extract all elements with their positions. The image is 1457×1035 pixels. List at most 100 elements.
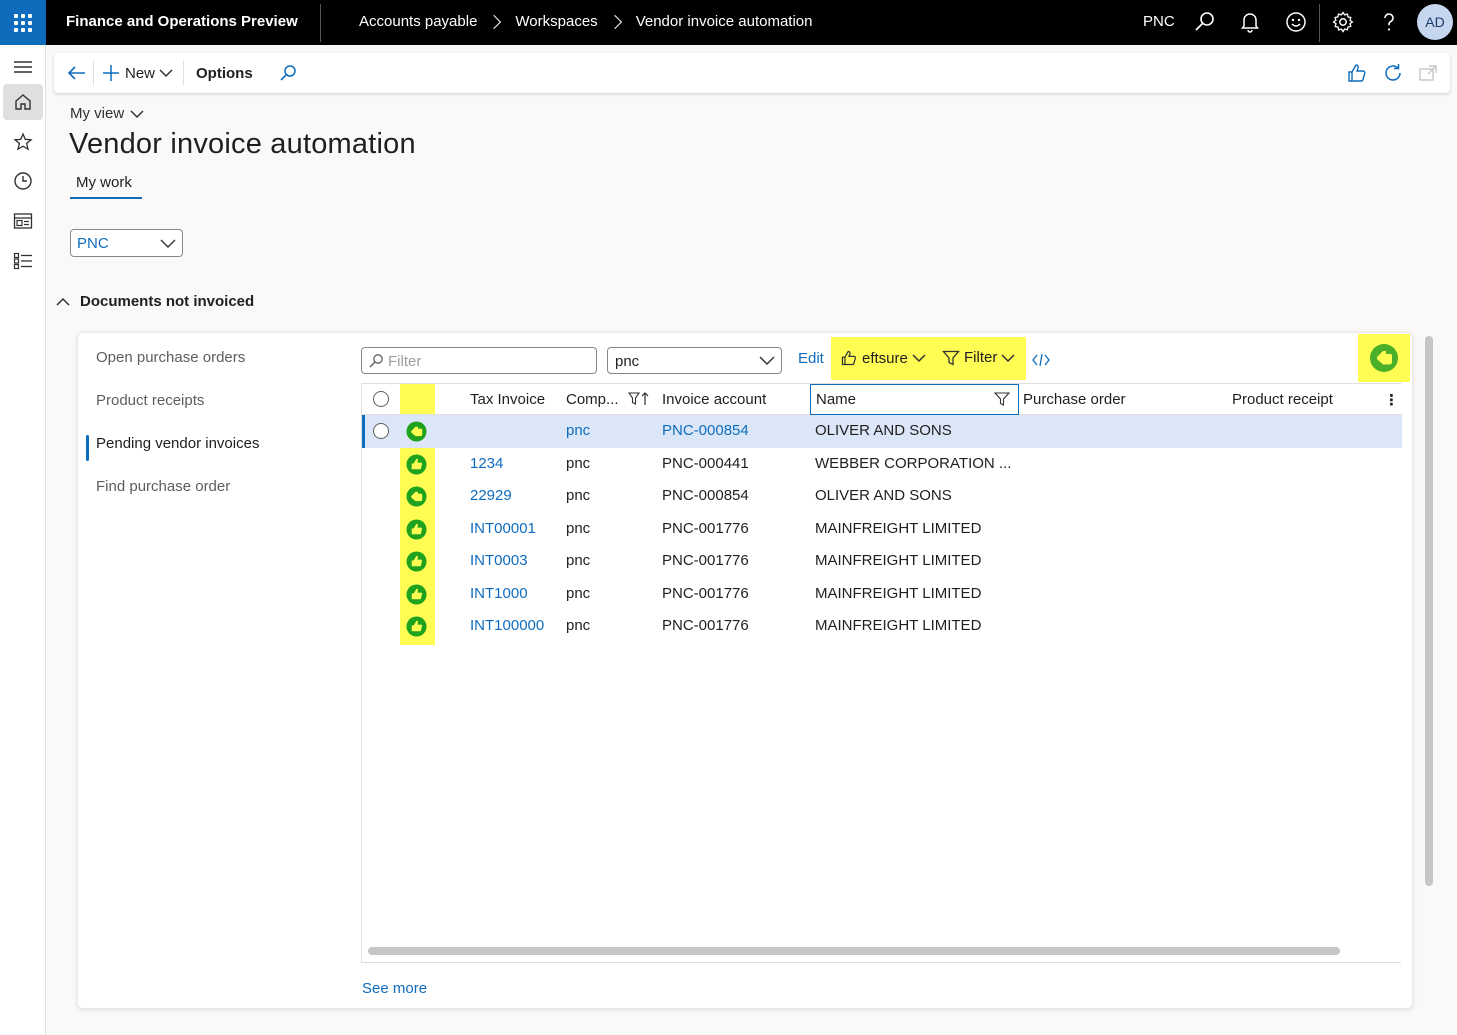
cell-company: pnc [566, 552, 591, 569]
new-button-label: New [125, 64, 156, 82]
modules-list-icon[interactable] [3, 243, 43, 279]
thumbs-up-status-icon[interactable] [406, 616, 427, 637]
nav-item-open-purchase-orders[interactable]: Open purchase orders [86, 341, 356, 384]
see-more-link[interactable]: See more [362, 980, 427, 997]
breadcrumb: Accounts payable Workspaces Vendor invoi… [359, 13, 812, 30]
grid-header: Tax Invoice Comp... Invoice account Name… [362, 384, 1402, 415]
table-row[interactable]: 22929 pnc PNC-000854 OLIVER AND SONS [362, 480, 1402, 513]
search-button[interactable] [278, 53, 298, 93]
section-title: Documents not invoiced [80, 293, 255, 310]
column-header-name-cell[interactable]: Name [810, 384, 1019, 415]
vertical-scrollbar[interactable] [1425, 336, 1433, 886]
tab-my-work[interactable]: My work [70, 174, 142, 199]
cell-tax-invoice[interactable]: 22929 [470, 487, 512, 504]
app-launcher-button[interactable] [0, 0, 46, 45]
refresh-icon [1385, 64, 1401, 81]
row-select-radio[interactable] [373, 423, 389, 439]
view-selector[interactable]: My view [70, 105, 144, 122]
cell-tax-invoice[interactable]: INT00001 [470, 520, 536, 537]
pointing-hand-status-icon[interactable] [406, 486, 427, 507]
code-icon[interactable] [1032, 352, 1050, 368]
chevron-down-icon [912, 354, 926, 363]
cell-invoice-account: PNC-000441 [662, 454, 749, 472]
grid-company-select[interactable]: pnc [607, 347, 782, 374]
eftsure-status-button[interactable] [1358, 334, 1410, 382]
column-header-product-receipt[interactable]: Product receipt [1232, 391, 1333, 408]
nav-item-pending-vendor-invoices[interactable]: Pending vendor invoices [86, 427, 356, 470]
app-title[interactable]: Finance and Operations Preview [66, 13, 298, 30]
company-filter-value: PNC [77, 235, 109, 252]
cell-tax-invoice[interactable]: 1234 [470, 455, 503, 472]
smiley-icon[interactable] [1284, 10, 1308, 34]
filter-sort-icon[interactable] [628, 392, 650, 406]
chevron-right-icon [607, 14, 622, 29]
column-header-invoice-account[interactable]: Invoice account [662, 391, 766, 408]
cell-name: WEBBER CORPORATION ... [815, 454, 1012, 472]
gear-icon[interactable] [1331, 10, 1355, 34]
column-header-tax-invoice[interactable]: Tax Invoice [470, 391, 545, 408]
grid-filter-placeholder: Filter [388, 353, 422, 370]
cell-name: MAINFREIGHT LIMITED [815, 584, 982, 602]
divider [183, 61, 184, 85]
star-icon[interactable] [3, 124, 43, 160]
cell-invoice-account[interactable]: PNC-000854 [662, 422, 749, 439]
table-row[interactable]: INT00001 pnc PNC-001776 MAINFREIGHT LIMITED [362, 513, 1402, 546]
help-icon[interactable] [1377, 10, 1401, 34]
pointing-hand-status-icon[interactable] [406, 421, 427, 442]
breadcrumb-item-workspaces[interactable]: Workspaces [515, 13, 597, 30]
company-filter-dropdown[interactable]: PNC [70, 229, 183, 257]
select-all-checkbox[interactable] [373, 391, 389, 407]
edit-button[interactable]: Edit [798, 350, 824, 367]
cell-tax-invoice[interactable]: INT1000 [470, 585, 528, 602]
table-row[interactable]: INT100000 pnc PNC-001776 MAINFREIGHT LIMITE… [362, 610, 1402, 643]
cell-invoice-account: PNC-001776 [662, 552, 749, 569]
breadcrumb-item-accounts-payable[interactable]: Accounts payable [359, 13, 477, 30]
company-picker[interactable]: PNC [1143, 13, 1175, 30]
view-selector-label: My view [70, 105, 125, 122]
search-icon[interactable] [1193, 10, 1217, 34]
refresh-button[interactable] [1382, 53, 1404, 93]
search-icon [280, 65, 296, 81]
column-header-purchase-order[interactable]: Purchase order [1023, 391, 1126, 408]
table-row[interactable]: pnc PNC-000854 OLIVER AND SONS [362, 415, 1402, 448]
column-options-icon[interactable]: ⋮ [1384, 391, 1399, 409]
avatar[interactable]: AD [1417, 4, 1453, 40]
cell-tax-invoice[interactable]: INT100000 [470, 617, 544, 634]
filter-menu-button[interactable]: Filter [942, 349, 1015, 366]
new-button[interactable]: New [101, 53, 173, 93]
cell-name: OLIVER AND SONS [815, 422, 952, 439]
nav-item-find-purchase-order[interactable]: Find purchase order [86, 470, 356, 513]
thumbs-up-status-icon[interactable] [406, 453, 427, 475]
eftsure-menu-button[interactable]: eftsure [840, 349, 926, 367]
divider [361, 962, 1401, 963]
navigation-rail [0, 45, 46, 1035]
back-button[interactable] [66, 53, 86, 93]
table-row[interactable]: INT0003 pnc PNC-001776 MAINFREIGHT LIMITED [362, 545, 1402, 578]
nav-item-product-receipts[interactable]: Product receipts [86, 384, 356, 427]
thumbs-up-status-icon[interactable] [406, 518, 427, 540]
hamburger-menu-icon[interactable] [3, 49, 43, 85]
clock-icon[interactable] [3, 163, 43, 199]
thumbs-up-status-icon[interactable] [406, 551, 427, 572]
options-tab[interactable]: Options [196, 53, 253, 93]
breadcrumb-item-current: Vendor invoice automation [635, 13, 813, 30]
table-row[interactable]: 1234 pnc PNC-000441 WEBBER CORPORATION ... [362, 448, 1402, 481]
chevron-down-icon [759, 356, 775, 365]
home-icon[interactable] [3, 84, 43, 120]
chevron-up-icon [56, 297, 70, 306]
open-new-window-button[interactable] [1417, 53, 1439, 93]
cell-tax-invoice[interactable]: INT0003 [470, 552, 528, 569]
eftsure-label: eftsure [862, 349, 908, 367]
column-header-company[interactable]: Comp... [566, 391, 619, 408]
cell-company[interactable]: pnc [566, 422, 590, 439]
bell-icon[interactable] [1238, 10, 1262, 34]
workspace-icon[interactable] [3, 203, 43, 239]
grid-filter-input[interactable]: Filter [361, 347, 597, 374]
table-row[interactable]: INT1000 pnc PNC-001776 MAINFREIGHT LIMITED [362, 578, 1402, 611]
cell-company: pnc [566, 519, 591, 537]
section-header-documents-not-invoiced[interactable]: Documents not invoiced [56, 293, 254, 310]
thumbs-up-status-icon[interactable] [406, 583, 427, 605]
thumbs-up-button[interactable] [1346, 53, 1368, 93]
waffle-icon [14, 13, 32, 32]
horizontal-scrollbar[interactable] [368, 947, 1340, 955]
